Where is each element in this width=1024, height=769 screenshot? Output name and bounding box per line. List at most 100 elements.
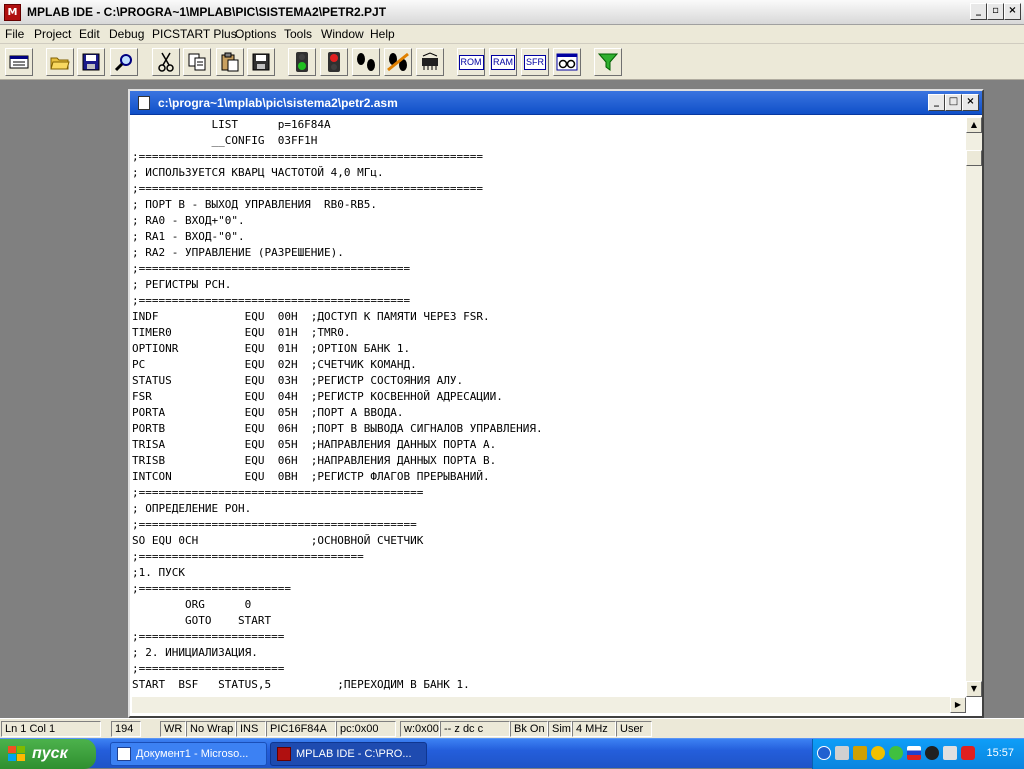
code-line[interactable]: GOTO START <box>132 613 964 629</box>
start-button[interactable]: пуск <box>0 739 96 769</box>
code-line[interactable]: TIMER0 EQU 01H ;TMR0. <box>132 325 964 341</box>
menu-project[interactable]: Project <box>34 27 71 41</box>
ram-window-button[interactable]: RAM <box>489 48 517 76</box>
halt-button[interactable] <box>320 48 348 76</box>
tray-bug-icon[interactable] <box>925 746 939 760</box>
code-line[interactable]: ;=======================================… <box>132 517 964 533</box>
editor-window[interactable]: c:\progra~1\mplab\pic\sistema2\petr2.asm… <box>128 89 984 718</box>
code-text-area[interactable]: LIST p=16F84A __CONFIG 03FF1H ;==========… <box>132 117 964 697</box>
code-line[interactable]: PC EQU 02H ;СЧЕТЧИК КОМАНД. <box>132 357 964 373</box>
scissors-icon <box>158 52 174 72</box>
app-title-bar[interactable]: M MPLAB IDE - C:\PROGRA~1\MPLAB\PIC\SIST… <box>0 0 1024 25</box>
sfr-label: SFR <box>524 54 546 70</box>
code-line[interactable]: ; RA1 - ВХОД-"0". <box>132 229 964 245</box>
find-button[interactable] <box>110 48 138 76</box>
code-line[interactable]: OPTIONR EQU 01H ;OPTION БАНК 1. <box>132 341 964 357</box>
step-button[interactable] <box>352 48 380 76</box>
scroll-up-arrow-icon[interactable]: ▲ <box>966 117 982 133</box>
menu-picstart-plus[interactable]: PICSTART Plus <box>152 27 237 41</box>
close-button[interactable]: × <box>1004 3 1021 20</box>
code-line[interactable]: TRISB EQU 06H ;НАПРАВЛЕНИЯ ДАННЫХ ПОРТА … <box>132 453 964 469</box>
horizontal-scrollbar[interactable]: ▶ <box>132 697 966 713</box>
tray-speaker-icon[interactable] <box>853 746 867 760</box>
code-line[interactable]: ; RA0 - ВХОД+"0". <box>132 213 964 229</box>
sfr-window-button[interactable]: SFR <box>521 48 549 76</box>
menu-options[interactable]: Options <box>235 27 276 41</box>
editor-title-bar[interactable]: c:\progra~1\mplab\pic\sistema2\petr2.asm… <box>130 91 982 115</box>
tray-network-icon[interactable] <box>835 746 849 760</box>
task-word-document[interactable]: Документ1 - Microso... <box>110 742 267 766</box>
code-line[interactable]: ;1. ПУСК <box>132 565 964 581</box>
code-line[interactable]: SO EQU 0CH ;ОСНОВНОЙ СЧЕТЧИК <box>132 533 964 549</box>
menu-window[interactable]: Window <box>321 27 364 41</box>
mplab-app-icon[interactable]: M <box>4 4 21 21</box>
code-line[interactable]: ;====================== <box>132 661 964 677</box>
code-line[interactable]: ;=======================================… <box>132 149 964 165</box>
vertical-scroll-thumb[interactable] <box>966 150 982 166</box>
code-line[interactable]: ; 2. ИНИЦИАЛИЗАЦИЯ. <box>132 645 964 661</box>
tray-language-flag-icon[interactable] <box>907 746 921 760</box>
menu-debug[interactable]: Debug <box>109 27 144 41</box>
code-line[interactable]: ;=======================================… <box>132 181 964 197</box>
tray-app-icon[interactable] <box>871 746 885 760</box>
reset-button[interactable] <box>416 48 444 76</box>
filter-button[interactable] <box>594 48 622 76</box>
editor-close-button[interactable]: × <box>962 94 979 111</box>
cut-button[interactable] <box>152 48 180 76</box>
code-line[interactable]: INTCON EQU 0BH ;РЕГИСТР ФЛАГОВ ПРЕРЫВАНИ… <box>132 469 964 485</box>
code-line[interactable]: ; ОПРЕДЕЛЕНИЕ РОН. <box>132 501 964 517</box>
code-line[interactable]: INDF EQU 00H ;ДОСТУП К ПАМЯТИ ЧЕРЕЗ FSR. <box>132 309 964 325</box>
status-user: User <box>616 721 652 737</box>
green-traffic-light-icon <box>296 52 308 72</box>
code-line[interactable]: ; RA2 - УПРАВЛЕНИЕ (РАЗРЕШЕНИЕ). <box>132 245 964 261</box>
code-line[interactable]: ; ИСПОЛЬЗУЕТСЯ КВАРЦ ЧАСТОТОЙ 4,0 МГц. <box>132 165 964 181</box>
code-line[interactable]: ORG 0 <box>132 597 964 613</box>
code-line[interactable]: ;=======================================… <box>132 485 964 501</box>
status-ins: INS <box>236 721 266 737</box>
code-line[interactable]: ;======================= <box>132 581 964 597</box>
project-window-button[interactable] <box>5 48 33 76</box>
tray-globe-icon[interactable] <box>889 746 903 760</box>
step-over-button[interactable] <box>384 48 412 76</box>
code-line[interactable]: TRISA EQU 05H ;НАПРАВЛЕНИЯ ДАННЫХ ПОРТА … <box>132 437 964 453</box>
code-line[interactable]: FSR EQU 04H ;РЕГИСТР КОСВЕННОЙ АДРЕСАЦИИ… <box>132 389 964 405</box>
code-line[interactable]: ;=======================================… <box>132 261 964 277</box>
editor-minimize-button[interactable]: _ <box>928 94 945 111</box>
editor-maximize-button[interactable]: □ <box>945 94 962 111</box>
tray-device-icon[interactable] <box>943 746 957 760</box>
code-line[interactable]: LIST p=16F84A <box>132 117 964 133</box>
code-line[interactable]: __CONFIG 03FF1H <box>132 133 964 149</box>
scroll-down-arrow-icon[interactable]: ▼ <box>966 681 982 697</box>
menu-tools[interactable]: Tools <box>284 27 312 41</box>
save-button[interactable] <box>77 48 105 76</box>
code-line[interactable]: ;=======================================… <box>132 293 964 309</box>
restore-button[interactable]: ▫ <box>987 3 1004 20</box>
app-title: MPLAB IDE - C:\PROGRA~1\MPLAB\PIC\SISTEM… <box>27 5 387 19</box>
open-button[interactable] <box>46 48 74 76</box>
paste-button[interactable] <box>216 48 244 76</box>
save-all-button[interactable] <box>247 48 275 76</box>
task-mplab[interactable]: MPLAB IDE - C:\PRO... <box>270 742 427 766</box>
tray-back-arrow-icon[interactable] <box>817 746 831 760</box>
minimize-button[interactable]: _ <box>970 3 987 20</box>
run-button[interactable] <box>288 48 316 76</box>
menu-help[interactable]: Help <box>370 27 395 41</box>
scroll-right-arrow-icon[interactable]: ▶ <box>950 697 966 713</box>
rom-window-button[interactable]: ROM <box>457 48 485 76</box>
code-line[interactable]: ;====================== <box>132 629 964 645</box>
code-line[interactable]: START BSF STATUS,5 ;ПЕРЕХОДИМ В БАНК 1. <box>132 677 964 693</box>
status-sim: Sim <box>548 721 572 737</box>
code-line[interactable]: ;================================== <box>132 549 964 565</box>
menu-edit[interactable]: Edit <box>79 27 100 41</box>
code-line[interactable]: PORTA EQU 05H ;ПОРТ А ВВОДА. <box>132 405 964 421</box>
code-line[interactable]: PORTB EQU 06H ;ПОРТ В ВЫВОДА СИГНАЛОВ УП… <box>132 421 964 437</box>
copy-button[interactable] <box>183 48 211 76</box>
menu-file[interactable]: File <box>5 27 24 41</box>
code-line[interactable]: ; РЕГИСТРЫ РСН. <box>132 277 964 293</box>
code-line[interactable]: ; ПОРТ В - ВЫХОД УПРАВЛЕНИЯ RB0-RB5. <box>132 197 964 213</box>
status-flags: -- z dc c <box>440 721 510 737</box>
code-line[interactable]: STATUS EQU 03H ;РЕГИСТР СОСТОЯНИЯ АЛУ. <box>132 373 964 389</box>
vertical-scrollbar[interactable]: ▲ ▼ <box>966 117 982 697</box>
tray-shield-icon[interactable] <box>961 746 975 760</box>
watch-window-button[interactable] <box>553 48 581 76</box>
